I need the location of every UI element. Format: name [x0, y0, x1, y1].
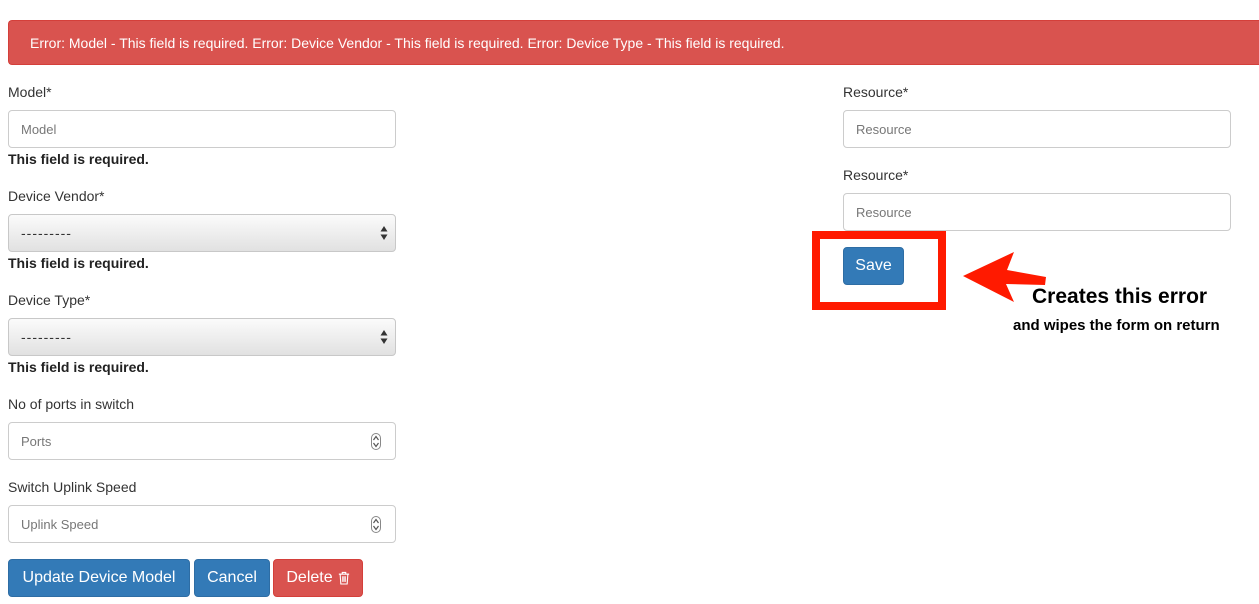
model-input[interactable]: Model [8, 110, 396, 148]
annotation-subtitle: and wipes the form on return [1013, 317, 1220, 334]
ports-input[interactable]: Ports [8, 422, 396, 460]
model-label: Model* [8, 84, 52, 100]
update-device-model-label: Update Device Model [22, 569, 176, 586]
device-vendor-selected: --------- [21, 225, 72, 241]
resource-2-placeholder: Resource [856, 204, 912, 220]
device-type-select[interactable]: --------- [8, 318, 396, 356]
resource-1-input[interactable]: Resource [843, 110, 1231, 148]
resource-1-placeholder: Resource [856, 121, 912, 137]
device-type-error-text: This field is required. [8, 359, 149, 375]
cancel-button[interactable]: Cancel [194, 559, 270, 597]
delete-label: Delete [286, 569, 333, 586]
ports-input-placeholder: Ports [21, 433, 52, 449]
annotation-highlight-box [812, 231, 946, 310]
device-type-label: Device Type* [8, 292, 91, 308]
device-vendor-label: Device Vendor* [8, 188, 105, 204]
device-type-selected: --------- [21, 329, 72, 345]
cancel-label: Cancel [207, 569, 257, 586]
select-arrows-icon [380, 330, 388, 344]
number-spinner-icon[interactable] [371, 516, 381, 533]
error-alert: Error: Model - This field is required. E… [8, 20, 1259, 65]
model-input-placeholder: Model [21, 121, 57, 137]
resource-2-label: Resource* [843, 167, 909, 183]
resource-1-label: Resource* [843, 84, 909, 100]
delete-button[interactable]: Delete [273, 559, 363, 597]
uplink-speed-input-placeholder: Uplink Speed [21, 516, 99, 532]
model-error-text: This field is required. [8, 151, 149, 167]
trash-icon [338, 571, 349, 585]
annotation-title: Creates this error [1032, 285, 1208, 308]
uplink-speed-label: Switch Uplink Speed [8, 479, 137, 495]
ports-label: No of ports in switch [8, 396, 135, 412]
device-vendor-error-text: This field is required. [8, 255, 149, 271]
update-device-model-button[interactable]: Update Device Model [8, 559, 190, 597]
select-arrows-icon [380, 226, 388, 240]
error-alert-message: Error: Model - This field is required. E… [30, 34, 785, 51]
resource-2-input[interactable]: Resource [843, 193, 1231, 231]
number-spinner-icon[interactable] [371, 433, 381, 450]
uplink-speed-input[interactable]: Uplink Speed [8, 505, 396, 543]
device-vendor-select[interactable]: --------- [8, 214, 396, 252]
